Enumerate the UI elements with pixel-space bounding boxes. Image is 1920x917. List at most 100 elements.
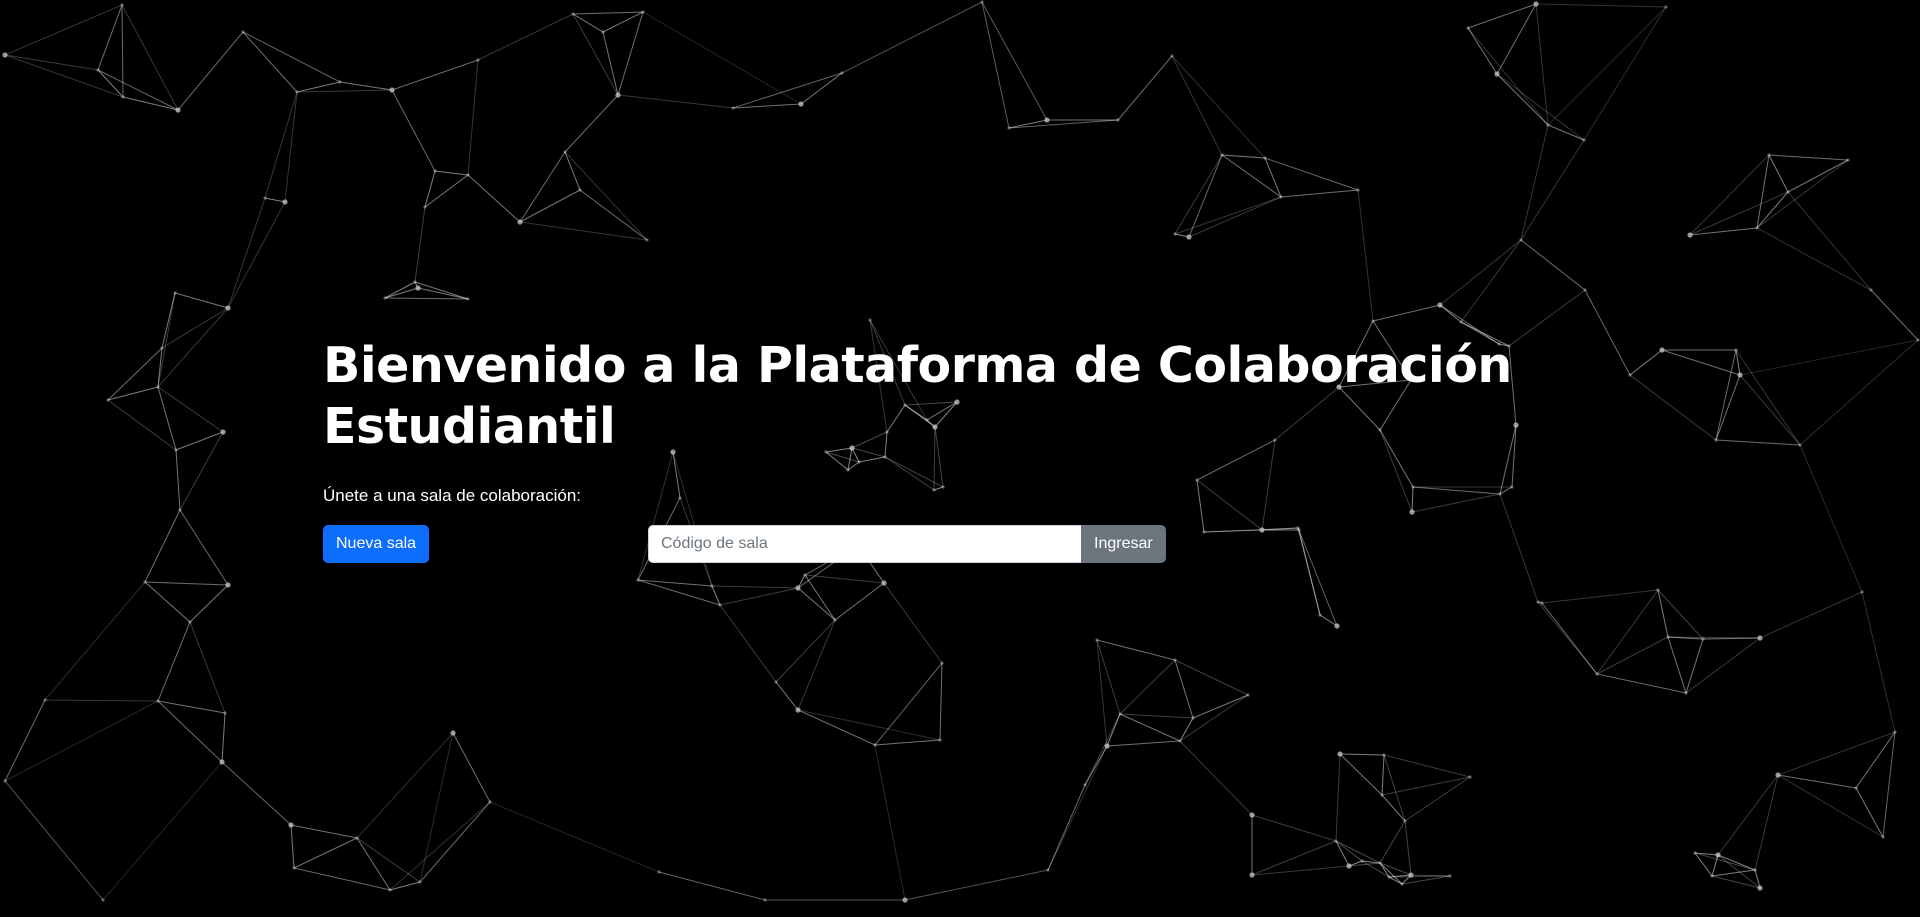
network-link (227, 201, 286, 309)
network-link (1379, 862, 1412, 876)
network-link (1335, 753, 1341, 842)
network-link (874, 739, 941, 746)
network-node (1263, 156, 1267, 160)
network-link (144, 509, 181, 583)
network-link (834, 582, 885, 621)
network-link (719, 587, 799, 606)
network-link (1119, 713, 1181, 742)
network-link (602, 11, 644, 33)
network-link (97, 69, 179, 111)
network-link (122, 96, 179, 111)
network-link (800, 72, 843, 105)
network-link (175, 431, 224, 451)
join-room-button[interactable]: Ingresar (1081, 525, 1166, 563)
network-node (476, 58, 480, 62)
network-link (389, 801, 491, 891)
page-title-line-2: Estudiantil (323, 398, 616, 455)
network-link (157, 292, 176, 388)
join-room-label: Únete a una sala de colaboración: (323, 486, 582, 505)
network-link (1711, 869, 1756, 877)
network-link (1855, 787, 1884, 838)
network-link (157, 386, 177, 451)
network-link (121, 4, 124, 98)
network-link (939, 662, 943, 741)
network-node (1170, 54, 1174, 58)
network-node (2, 52, 8, 58)
new-room-button[interactable]: Nueva sala (323, 525, 430, 563)
network-node (1775, 772, 1781, 778)
network-link (264, 91, 298, 199)
network-node (1540, 601, 1544, 605)
network-link (874, 662, 943, 746)
network-link (519, 189, 581, 223)
network-node (101, 898, 105, 902)
network-link (1689, 191, 1789, 236)
network-link (1096, 639, 1176, 661)
network-link (391, 89, 436, 172)
network-node (288, 822, 294, 828)
network-link (1717, 854, 1756, 871)
network-link (121, 4, 179, 111)
network-node (1767, 153, 1771, 157)
network-link (1008, 119, 1119, 129)
network-link (1496, 73, 1549, 126)
network-node (645, 238, 649, 242)
network-node (1860, 590, 1864, 594)
network-link (356, 732, 454, 839)
network-link (1657, 589, 1704, 640)
network-node (160, 346, 164, 350)
network-link (1467, 27, 1498, 75)
network-link (1357, 189, 1374, 322)
network-link (1596, 589, 1659, 675)
network-node (938, 738, 942, 742)
network-node (295, 90, 299, 94)
network-link (189, 584, 229, 623)
network-node (1757, 635, 1763, 641)
network-link (1759, 591, 1863, 639)
network-node (1881, 835, 1885, 839)
network-node (143, 580, 147, 584)
room-code-input[interactable] (648, 525, 1081, 563)
network-link (564, 94, 619, 153)
network-link (296, 89, 393, 93)
network-node (1494, 71, 1500, 77)
network-link (424, 170, 436, 208)
network-node (868, 318, 872, 322)
network-link (1251, 814, 1337, 842)
network-node (563, 150, 567, 154)
network-link (617, 11, 644, 96)
network-link (296, 81, 341, 93)
network-link (1221, 154, 1266, 159)
network-node (1582, 138, 1586, 142)
network-node (578, 188, 582, 192)
network-link (1467, 3, 1537, 29)
network-link (1535, 3, 1549, 126)
network-node (517, 219, 523, 225)
network-node (1916, 338, 1920, 342)
network-link (1715, 439, 1801, 446)
network-link (1777, 774, 1884, 838)
network-link (904, 869, 1049, 901)
network-link (391, 59, 479, 91)
network-node (1893, 730, 1897, 734)
network-link (452, 732, 491, 803)
network-link (417, 287, 469, 300)
network-node (1380, 793, 1384, 797)
network-node (1095, 638, 1099, 642)
network-link (1381, 754, 1385, 796)
network-link (572, 13, 619, 96)
network-link (157, 621, 191, 702)
network-link (642, 11, 802, 105)
network-node (1178, 739, 1182, 743)
network-node (292, 866, 296, 870)
network-link (1404, 820, 1412, 876)
network-node (1583, 288, 1587, 292)
network-link (384, 297, 469, 300)
network-node (1191, 716, 1195, 720)
network-node (220, 429, 226, 435)
network-link (1861, 591, 1896, 733)
network-link (1694, 852, 1713, 877)
network-link (44, 699, 159, 702)
network-link (1496, 73, 1585, 141)
network-link (414, 281, 469, 300)
